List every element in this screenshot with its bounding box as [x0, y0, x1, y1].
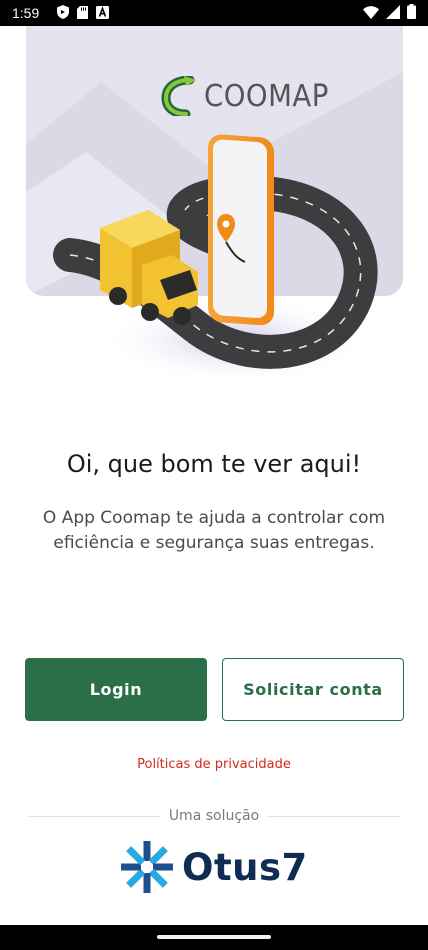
request-account-button[interactable]: Solicitar conta	[222, 658, 404, 721]
solution-divider: Uma solução	[28, 806, 401, 826]
welcome-title: Oi, que bom te ver aqui!	[66, 450, 362, 478]
otus7-logo: Otus7	[120, 840, 308, 894]
divider-right	[267, 815, 401, 817]
otus7-star-icon	[121, 841, 173, 893]
phone-graphic	[208, 134, 274, 326]
home-gesture-handle[interactable]	[157, 935, 271, 939]
delivery-illustration	[53, 134, 378, 385]
solution-label: Uma solução	[168, 808, 260, 824]
login-button[interactable]: Login	[25, 658, 207, 721]
welcome-subtitle: O App Coomap te ajuda a controlar com ef…	[42, 508, 386, 553]
navigation-bar	[0, 925, 428, 950]
otus7-text: Otus7	[182, 845, 308, 889]
divider-left	[28, 815, 161, 817]
privacy-policy-link[interactable]: Políticas de privacidade	[0, 757, 428, 772]
